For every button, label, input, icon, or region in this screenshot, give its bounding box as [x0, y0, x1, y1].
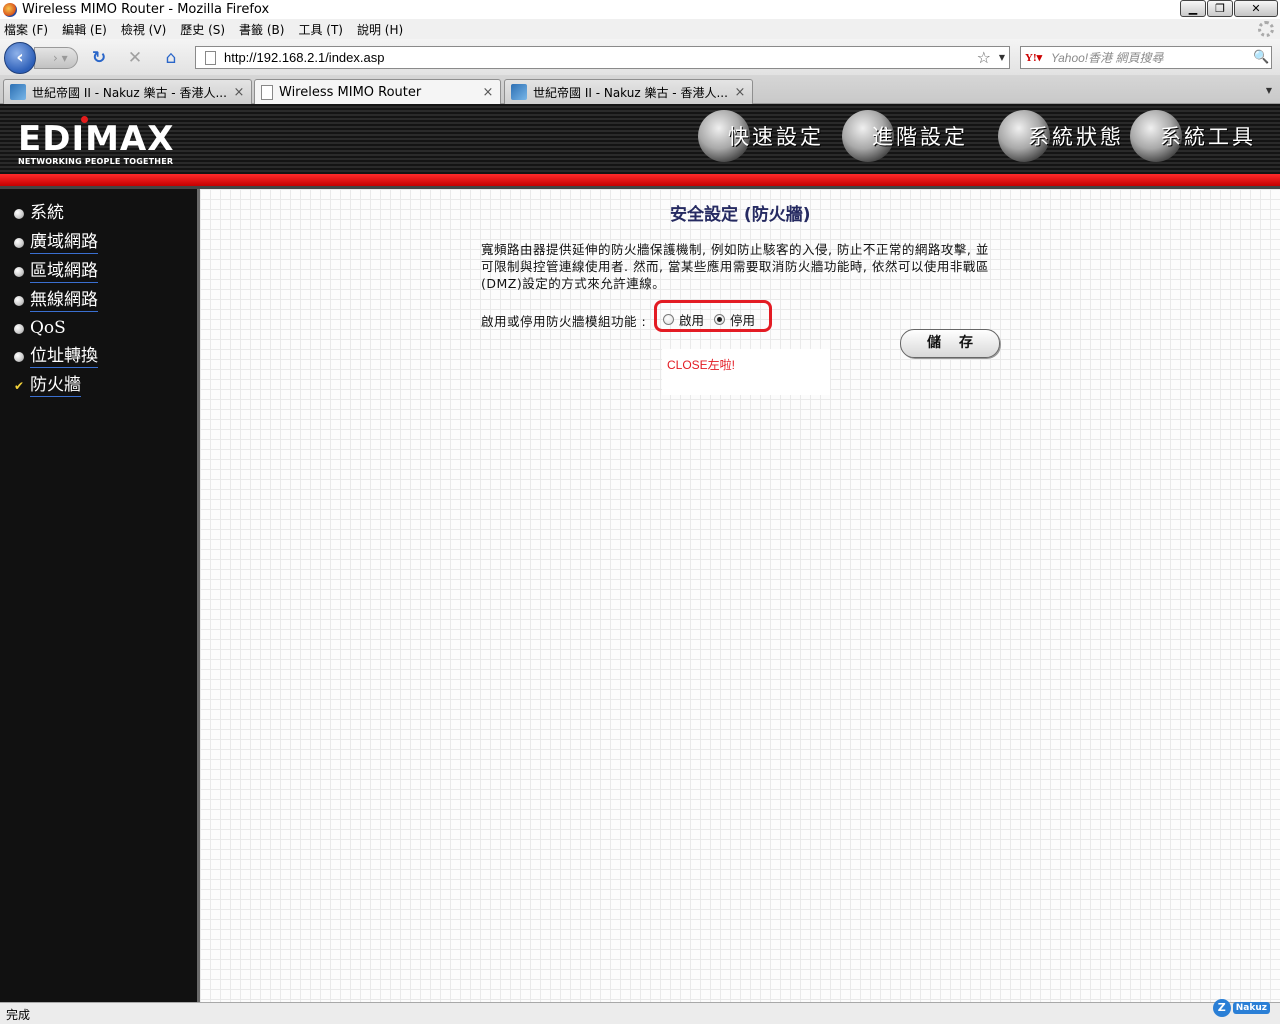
- nakuz-favicon-icon: [511, 84, 527, 100]
- page-icon: [205, 50, 216, 65]
- activity-throbber-icon: [1258, 21, 1274, 37]
- status-text: 完成: [6, 1008, 31, 1022]
- menu-bar: 檔案 (F) 編輯 (E) 檢視 (V) 歷史 (S) 書籤 (B) 工具 (T…: [0, 19, 1280, 39]
- address-url[interactable]: http://192.168.2.1/index.asp: [224, 50, 384, 65]
- nav-system-status[interactable]: 系統狀態: [998, 106, 1124, 166]
- sidebar-item-label: 區域網路: [30, 261, 98, 283]
- checkmark-icon: ✔: [14, 379, 25, 393]
- disable-radio-label: 停用: [730, 313, 756, 328]
- back-button[interactable]: ‹: [4, 42, 36, 74]
- window-title-bar: Wireless MIMO Router - Mozilla Firefox ▁…: [0, 0, 1280, 19]
- firefox-icon: [3, 2, 17, 17]
- home-icon[interactable]: ⌂: [161, 48, 181, 68]
- back-arrow-icon: ‹: [16, 47, 24, 68]
- main-content: 安全設定 (防火牆) 寬頻路由器提供延伸的防火牆保護機制, 例如防止駭客的入侵,…: [197, 189, 1280, 1002]
- address-bar[interactable]: http://192.168.2.1/index.asp ☆ ▼: [195, 46, 1010, 69]
- bullet-icon: [14, 208, 24, 219]
- page-title: 安全設定 (防火牆): [670, 205, 811, 225]
- forward-button[interactable]: › ▾: [34, 47, 78, 69]
- sidebar-item-firewall[interactable]: ✔ 防火牆: [14, 375, 81, 397]
- tab-close-icon[interactable]: ×: [231, 85, 247, 100]
- tab-nakuz-2[interactable]: 世紀帝國 II - Nakuz 樂古 - 香港人... ×: [504, 79, 753, 104]
- sidebar-item-system[interactable]: 系統: [14, 203, 64, 224]
- forward-icon: › ▾: [53, 51, 68, 65]
- edimax-logo: EDIMAX NETWORKING PEOPLE TOGETHER: [18, 116, 175, 166]
- enable-radio[interactable]: 啟用: [663, 310, 704, 329]
- menu-history[interactable]: 歷史 (S): [180, 21, 225, 38]
- save-button[interactable]: 儲存: [900, 329, 1000, 358]
- bullet-icon: [14, 267, 24, 277]
- bookmark-star-icon[interactable]: ☆: [977, 47, 991, 68]
- nakuz-logo-icon: Z: [1212, 999, 1231, 1017]
- tab-label: Wireless MIMO Router: [279, 85, 422, 100]
- logo-dot: [81, 116, 88, 123]
- enable-radio-circle[interactable]: [663, 314, 674, 325]
- window-title: Wireless MIMO Router - Mozilla Firefox: [22, 2, 270, 17]
- web-page: EDIMAX NETWORKING PEOPLE TOGETHER 快速設定 進…: [0, 104, 1280, 1002]
- maximize-button[interactable]: ❐: [1207, 0, 1233, 17]
- menu-view[interactable]: 檢視 (V): [121, 21, 166, 38]
- close-window-button[interactable]: ✕: [1234, 0, 1278, 17]
- tab-label: 世紀帝國 II - Nakuz 樂古 - 香港人...: [533, 85, 728, 100]
- sidebar-item-lan[interactable]: 區域網路: [14, 261, 98, 283]
- enable-radio-label: 啟用: [679, 313, 705, 328]
- blank-page-icon: [261, 85, 273, 100]
- minimize-button[interactable]: ▁: [1180, 0, 1206, 17]
- nav-label: 系統狀態: [1028, 125, 1124, 149]
- sidebar-item-label: 廣域網路: [30, 232, 98, 254]
- nav-advanced-setup[interactable]: 進階設定: [842, 106, 968, 166]
- menu-file[interactable]: 檔案 (F): [4, 21, 48, 38]
- bullet-icon: [14, 296, 24, 306]
- nav-system-tools[interactable]: 系統工具: [1130, 106, 1256, 166]
- bullet-icon: [14, 323, 24, 334]
- menu-help[interactable]: 說明 (H): [357, 21, 403, 38]
- tab-close-icon[interactable]: ×: [732, 85, 748, 100]
- nav-label: 進階設定: [872, 125, 968, 149]
- header-red-bar: [0, 174, 1280, 186]
- reload-icon[interactable]: ↻: [89, 48, 109, 68]
- nakuz-favicon-icon: [10, 84, 26, 100]
- status-bar: 完成 Z Nakuz: [0, 999, 1280, 1024]
- firewall-description: 寬頻路由器提供延伸的防火牆保護機制, 例如防止駭客的入侵, 防止不正常的網路攻擊…: [481, 242, 989, 291]
- nakuz-badge: Nakuz: [1232, 1002, 1270, 1014]
- nav-label: 快速設定: [728, 125, 824, 149]
- navigation-toolbar: › ▾ ‹ ↻ ✕ ⌂ http://192.168.2.1/index.asp…: [0, 39, 1280, 75]
- stop-icon[interactable]: ✕: [125, 48, 145, 68]
- menu-tools[interactable]: 工具 (T): [298, 21, 343, 38]
- sidebar-item-wireless[interactable]: 無線網路: [14, 290, 98, 312]
- search-bar[interactable]: Y!▾ Yahoo!香港 網頁搜尋 🔍: [1020, 46, 1272, 69]
- router-header: EDIMAX NETWORKING PEOPLE TOGETHER 快速設定 進…: [0, 104, 1280, 174]
- sidebar-item-qos[interactable]: QoS: [14, 318, 66, 339]
- search-icon[interactable]: 🔍: [1253, 50, 1271, 65]
- sidebar-item-label: QoS: [30, 318, 66, 338]
- sidebar-item-nat[interactable]: 位址轉換: [14, 346, 98, 368]
- tab-strip: 世紀帝國 II - Nakuz 樂古 - 香港人... × Wireless M…: [0, 75, 1280, 105]
- bullet-icon: [14, 238, 24, 248]
- firewall-toggle-label: 啟用或停用防火牆模組功能 :: [481, 314, 647, 329]
- sidebar-item-label: 位址轉換: [30, 346, 98, 368]
- logo-text: EDIMAX: [18, 119, 175, 159]
- sidebar-item-label: 無線網路: [30, 290, 98, 312]
- search-engine-icon[interactable]: Y!▾: [1025, 50, 1051, 66]
- sidebar-item-wan[interactable]: 廣域網路: [14, 232, 98, 254]
- tab-close-icon[interactable]: ×: [480, 85, 496, 100]
- tab-label: 世紀帝國 II - Nakuz 樂古 - 香港人...: [32, 85, 227, 100]
- menu-edit[interactable]: 編輯 (E): [62, 21, 107, 38]
- menu-bookmarks[interactable]: 書籤 (B): [239, 21, 284, 38]
- annotation-note: CLOSE左啦!: [667, 358, 736, 372]
- disable-radio[interactable]: 停用: [714, 310, 755, 329]
- disable-radio-circle[interactable]: [714, 314, 725, 325]
- tab-nakuz-1[interactable]: 世紀帝國 II - Nakuz 樂古 - 香港人... ×: [3, 79, 252, 104]
- nav-quick-setup[interactable]: 快速設定: [698, 106, 824, 166]
- sidebar-item-label: 系統: [30, 203, 64, 223]
- url-history-dropdown-icon[interactable]: ▼: [999, 47, 1005, 68]
- list-all-tabs-icon[interactable]: ▼: [1261, 82, 1277, 100]
- sidebar: 系統 廣域網路 區域網路 無線網路 QoS 位址轉換 ✔ 防火牆: [0, 189, 197, 1002]
- sidebar-item-label: 防火牆: [30, 375, 81, 397]
- bullet-icon: [14, 352, 24, 362]
- tab-wireless-router[interactable]: Wireless MIMO Router ×: [254, 79, 501, 105]
- search-input[interactable]: Yahoo!香港 網頁搜尋: [1051, 49, 1253, 66]
- nakuz-watermark: Z Nakuz: [1212, 997, 1270, 1019]
- nav-label: 系統工具: [1160, 125, 1256, 149]
